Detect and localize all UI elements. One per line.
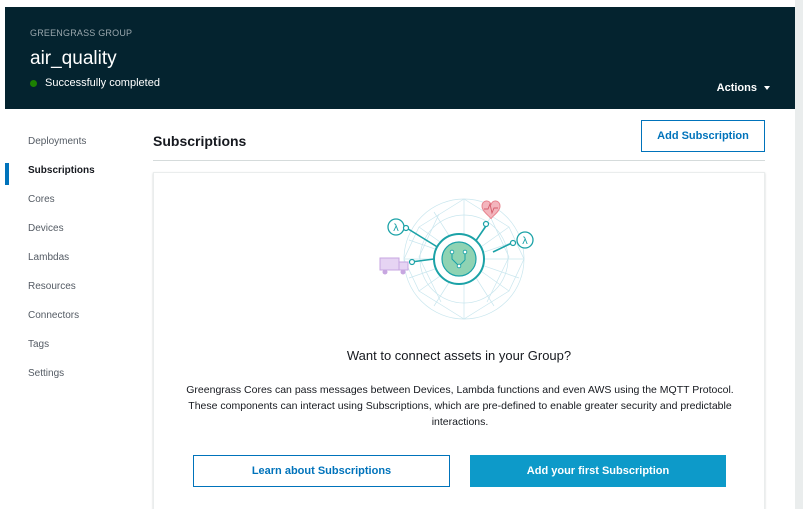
sidebar-item-deployments[interactable]: Deployments bbox=[5, 127, 135, 156]
sidebar-item-cores[interactable]: Cores bbox=[5, 185, 135, 214]
sidebar-item-lambdas[interactable]: Lambdas bbox=[5, 243, 135, 272]
actions-label: Actions bbox=[716, 82, 757, 94]
sidebar-item-label: Cores bbox=[28, 194, 55, 205]
svg-text:λ: λ bbox=[393, 223, 399, 234]
deployment-status: Successfully completed bbox=[30, 77, 160, 89]
sidebar-item-settings[interactable]: Settings bbox=[5, 359, 135, 388]
group-name: air_quality bbox=[30, 48, 117, 69]
page-title: Subscriptions bbox=[153, 133, 247, 149]
sidebar-item-devices[interactable]: Devices bbox=[5, 214, 135, 243]
subscriptions-illustration: λ λ bbox=[379, 198, 534, 320]
group-type-label: GREENGRASS GROUP bbox=[30, 28, 133, 38]
sidebar-item-connectors[interactable]: Connectors bbox=[5, 301, 135, 330]
sidebar-item-label: Connectors bbox=[28, 310, 80, 321]
lambda-icon: λ bbox=[509, 231, 534, 249]
sidebar-item-label: Devices bbox=[28, 223, 64, 234]
sidebar-item-subscriptions[interactable]: Subscriptions bbox=[5, 156, 135, 185]
sidebar-item-label: Settings bbox=[28, 368, 65, 379]
sidebar-item-label: Resources bbox=[28, 281, 76, 292]
sidebar-item-label: Subscriptions bbox=[28, 165, 95, 176]
status-text: Successfully completed bbox=[45, 77, 160, 89]
add-first-subscription-button[interactable]: Add your first Subscription bbox=[470, 455, 726, 487]
empty-state-card: λ λ Want to connect assets in your Group… bbox=[153, 172, 765, 509]
status-success-icon bbox=[30, 79, 37, 87]
learn-about-subscriptions-button[interactable]: Learn about Subscriptions bbox=[193, 455, 450, 487]
actions-menu-button[interactable]: Actions bbox=[717, 82, 770, 94]
truck-icon bbox=[379, 257, 416, 275]
scrollbar-track[interactable] bbox=[795, 0, 803, 509]
group-sidebar-nav: Deployments Subscriptions Cores Devices … bbox=[5, 127, 135, 388]
title-divider bbox=[153, 160, 765, 161]
group-header: GREENGRASS GROUP air_quality Successfull… bbox=[5, 7, 795, 109]
sidebar-item-label: Deployments bbox=[28, 136, 87, 147]
caret-down-icon bbox=[764, 86, 770, 90]
add-subscription-button[interactable]: Add Subscription bbox=[641, 120, 765, 152]
sidebar-item-label: Tags bbox=[28, 339, 50, 350]
svg-text:λ: λ bbox=[522, 236, 528, 247]
sidebar-item-resources[interactable]: Resources bbox=[5, 272, 135, 301]
core-hub-icon bbox=[433, 233, 485, 285]
lambda-icon: λ bbox=[387, 218, 410, 236]
heart-icon bbox=[481, 200, 501, 228]
sidebar-item-label: Lambdas bbox=[28, 252, 70, 263]
sidebar-item-tags[interactable]: Tags bbox=[5, 330, 135, 359]
empty-state-heading: Want to connect assets in your Group? bbox=[346, 348, 572, 363]
empty-state-description: Greengrass Cores can pass messages betwe… bbox=[186, 384, 734, 428]
